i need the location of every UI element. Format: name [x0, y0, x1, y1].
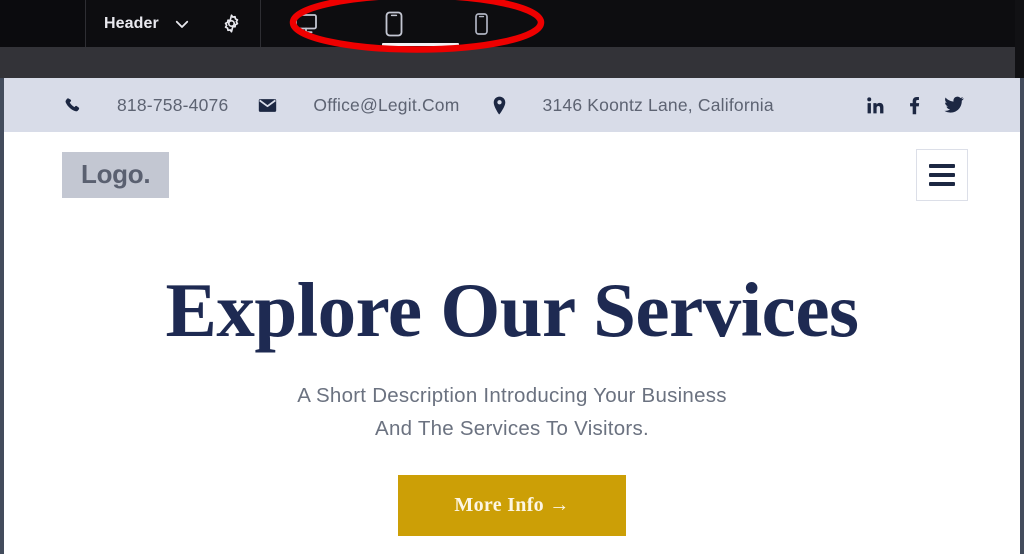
- mobile-icon: [473, 11, 490, 37]
- device-preview-switcher: [261, 0, 527, 47]
- active-device-indicator: [382, 43, 459, 46]
- desktop-icon: [293, 12, 319, 36]
- phone-icon: [64, 97, 81, 114]
- toolbar-secondary-strip: [0, 47, 1024, 78]
- gear-icon[interactable]: [205, 13, 242, 34]
- contact-email-text: Office@Legit.Com: [313, 94, 460, 115]
- linkedin-icon[interactable]: [866, 96, 885, 115]
- toolbar-left-spacer: [0, 0, 85, 47]
- burger-bar-3: [929, 182, 955, 186]
- device-desktop-button[interactable]: [287, 0, 325, 47]
- contact-phone[interactable]: 818-758-4076: [64, 95, 228, 116]
- right-edge-rail: [1015, 0, 1024, 78]
- section-selector-label: Header: [104, 14, 159, 32]
- device-mobile-button[interactable]: [463, 0, 501, 47]
- hero-subtitle: A Short Description Introducing Your Bus…: [4, 379, 1020, 445]
- contact-bar: 818-758-4076 Office@Legit.Com 3146 Koont…: [4, 78, 1020, 132]
- site-header: Logo.: [4, 132, 1020, 218]
- site-preview-frame: 818-758-4076 Office@Legit.Com 3146 Koont…: [0, 78, 1024, 554]
- hero-subtitle-line-1: A Short Description Introducing Your Bus…: [297, 383, 727, 407]
- contact-address[interactable]: 3146 Koontz Lane, California: [492, 95, 774, 116]
- section-selector[interactable]: Header: [86, 0, 260, 47]
- hero-subtitle-line-2: And The Services To Visitors.: [375, 417, 649, 441]
- facebook-icon[interactable]: [908, 96, 921, 115]
- twitter-icon[interactable]: [944, 96, 964, 114]
- map-pin-icon: [492, 96, 507, 115]
- tablet-icon: [383, 10, 405, 38]
- hamburger-menu-icon[interactable]: [916, 149, 968, 201]
- cta-wrapper: More Info →: [4, 475, 1020, 537]
- device-tablet-button[interactable]: [375, 0, 413, 47]
- screen: Header 818-758-4076 Office@Legit.Com 314…: [0, 0, 1024, 554]
- contact-email[interactable]: Office@Legit.Com: [258, 95, 459, 116]
- page-title: Explore Our Services: [165, 267, 859, 353]
- burger-bar-1: [929, 164, 955, 168]
- editor-toolbar: Header: [0, 0, 1024, 47]
- envelope-icon: [258, 98, 277, 113]
- burger-bar-2: [929, 173, 955, 177]
- chevron-down-icon[interactable]: [173, 15, 191, 33]
- social-links: [866, 78, 964, 132]
- contact-address-text: 3146 Koontz Lane, California: [542, 94, 774, 115]
- more-info-button[interactable]: More Info →: [398, 475, 626, 537]
- site-logo[interactable]: Logo.: [62, 152, 170, 198]
- contact-phone-text: 818-758-4076: [117, 94, 229, 115]
- hero-section: Explore Our Services A Short Description…: [4, 218, 1020, 537]
